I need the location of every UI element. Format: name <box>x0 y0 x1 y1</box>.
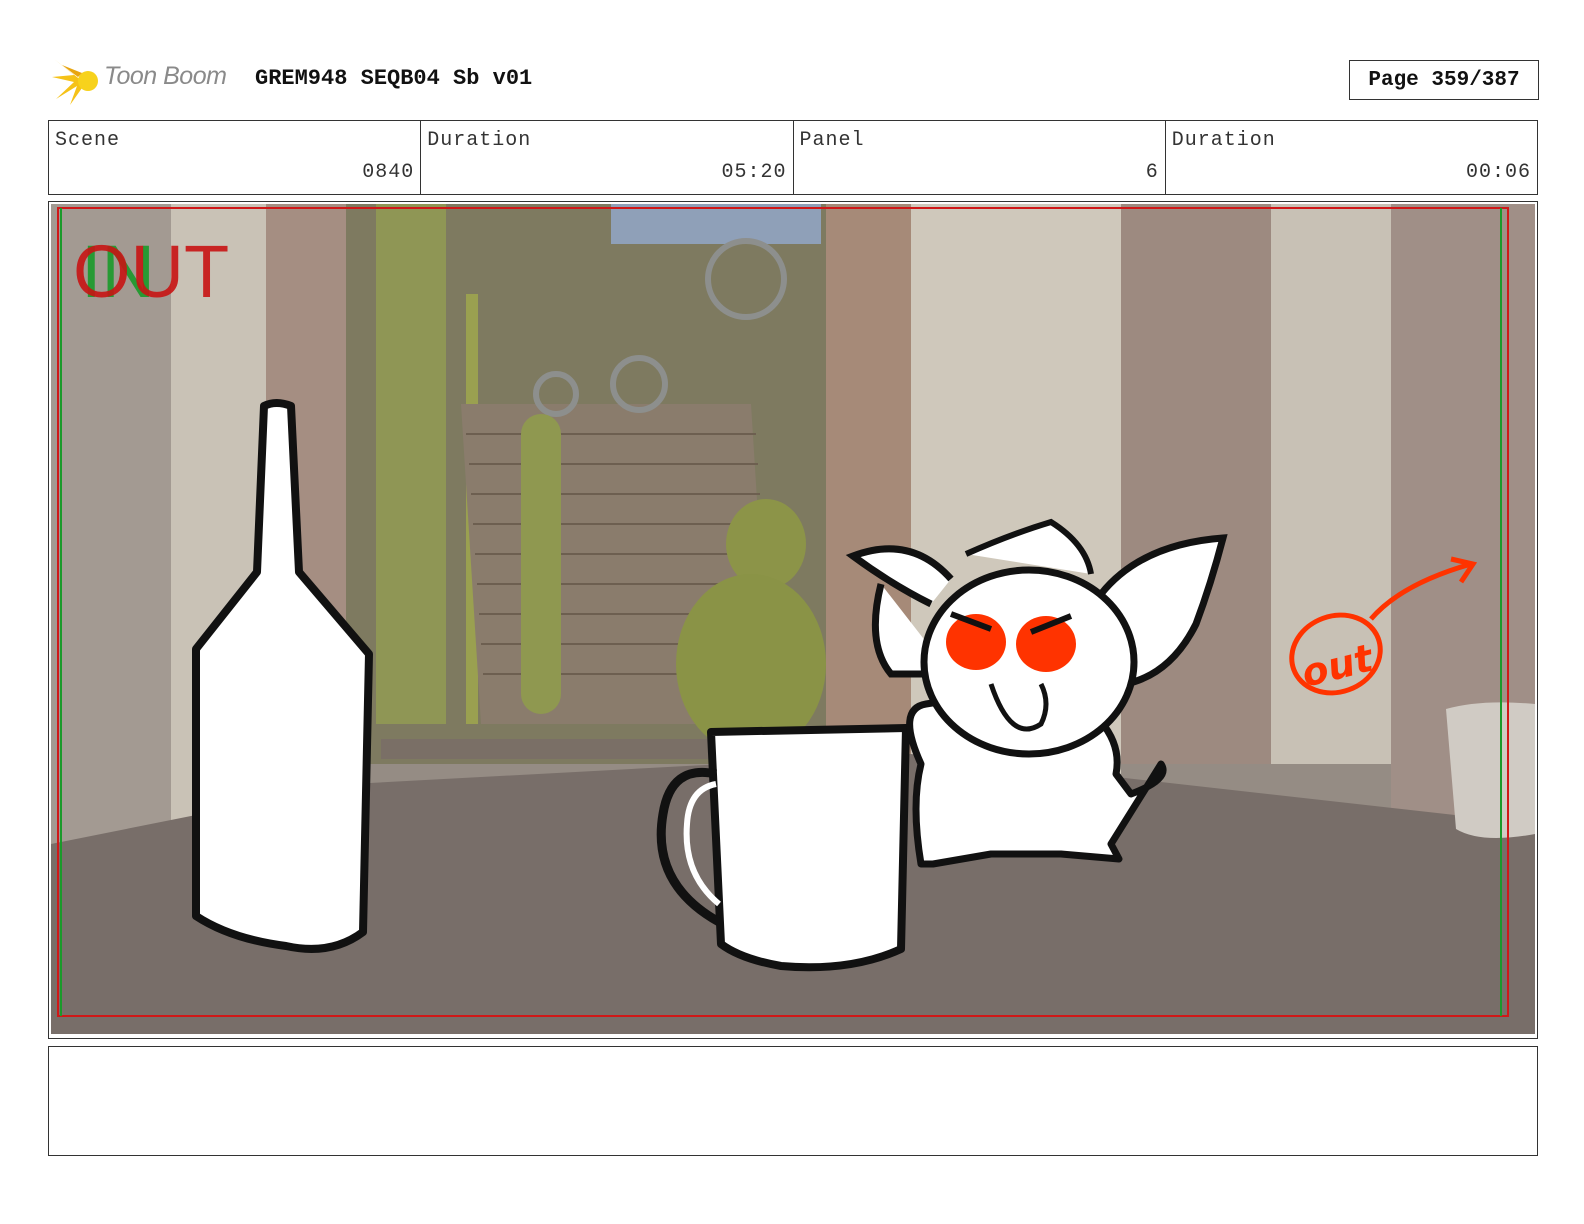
starburst-icon <box>52 59 98 105</box>
mug-sketch <box>707 724 910 972</box>
panel-duration-value: 00:06 <box>1465 161 1531 184</box>
panel-cell: Panel 6 <box>794 121 1166 194</box>
cactus-left <box>521 414 561 714</box>
sky-window <box>611 204 821 244</box>
caption-box[interactable] <box>48 1046 1538 1156</box>
green-column <box>376 204 446 724</box>
scene-label: Scene <box>55 129 121 152</box>
document-title: GREM948 SEQB04 Sb v01 <box>255 66 533 91</box>
panel-duration-label: Duration <box>1171 129 1276 152</box>
center-pillar <box>826 204 911 764</box>
background-mug <box>1446 702 1535 838</box>
scene-duration-cell: Duration 05:20 <box>421 121 794 194</box>
scene-duration-value: 05:20 <box>721 161 787 184</box>
page-number: Page 359/387 <box>1349 60 1539 100</box>
panel-info-table: Scene 0840 Duration 05:20 Panel 6 Durati… <box>48 120 1538 195</box>
out-marker: OUT <box>73 230 229 313</box>
scene-value: 0840 <box>362 161 415 184</box>
scene-cell: Scene 0840 <box>49 121 422 194</box>
panel-label: Panel <box>799 129 865 152</box>
panel-artwork: out IN OUT <box>51 204 1535 1034</box>
scene-duration-label: Duration <box>427 129 532 152</box>
panel-value: 6 <box>1145 161 1159 184</box>
panel-duration-cell: Duration 00:06 <box>1166 121 1537 194</box>
storyboard-panel: out IN OUT <box>51 204 1535 1034</box>
logo-wordmark: Toon Boom <box>104 62 227 90</box>
